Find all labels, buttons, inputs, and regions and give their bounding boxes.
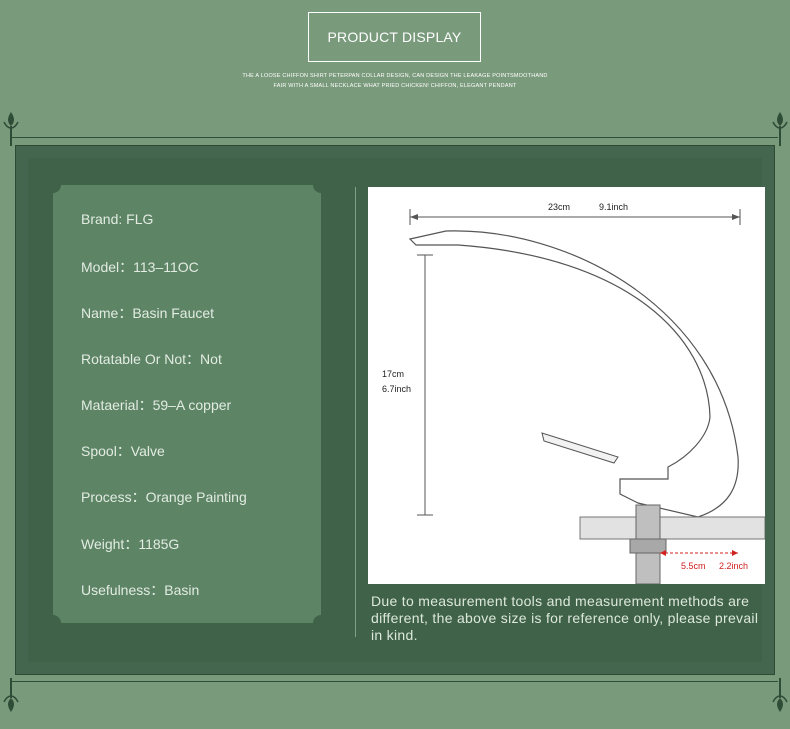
bottom-rule [12, 681, 778, 682]
spec-weight: Weight：1185G [81, 536, 180, 552]
spec-model: Model：113–11OC [81, 259, 199, 275]
top-rule [12, 137, 778, 138]
vertical-divider [355, 187, 356, 637]
base-cm-label: 5.5cm [681, 561, 706, 571]
spec-usefulness: Usefulness：Basin [81, 582, 200, 598]
subtitle-line-1: THE A LOOSE CHIFFON SHIRT PETERPAN COLLA… [242, 73, 548, 79]
bottom-left-ornament [3, 678, 19, 712]
page-title: PRODUCT DISPLAY [327, 29, 462, 45]
spec-brand: Brand: FLG [81, 211, 154, 227]
base-inch-label: 2.2inch [719, 561, 748, 571]
subtitle-line-2: FAIR WITH A SMALL NECKLACE WHAT PRIED CH… [273, 83, 517, 89]
faucet-dimension-image: 23cm 9.1inch 17cm 6.7inch 5.5cm 2.2inch [368, 187, 765, 584]
spec-card: Brand: FLG Model：113–11OC Name：Basin Fau… [45, 177, 329, 631]
top-left-ornament [3, 112, 19, 146]
height-inch-label: 6.7inch [382, 384, 411, 394]
spec-name: Name：Basin Faucet [81, 305, 215, 321]
spec-rotatable: Rotatable Or Not：Not [81, 351, 222, 367]
height-cm-label: 17cm [382, 369, 404, 379]
spec-spool: Spool：Valve [81, 443, 165, 459]
spec-process: Process：Orange Painting [81, 489, 247, 505]
bottom-right-ornament [772, 678, 788, 712]
faucet-dimension-drawing: 23cm 9.1inch 17cm 6.7inch 5.5cm 2.2inch [382, 202, 765, 584]
title-box: PRODUCT DISPLAY [308, 12, 481, 62]
spec-material: Mataerial：59–A copper [81, 397, 232, 413]
top-right-ornament [772, 112, 788, 146]
measurement-note: Due to measurement tools and measurement… [371, 593, 759, 643]
width-cm-label: 23cm [548, 202, 570, 212]
width-inch-label: 9.1inch [599, 202, 628, 212]
